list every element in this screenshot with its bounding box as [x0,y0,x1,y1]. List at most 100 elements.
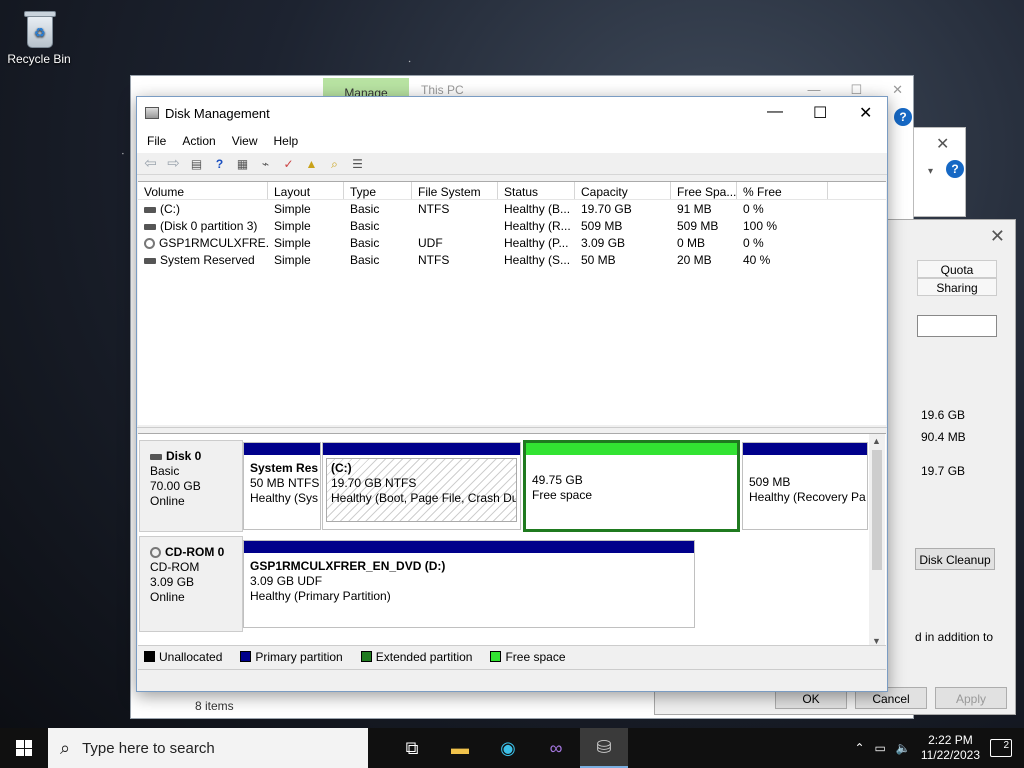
disk-0-label[interactable]: Disk 0 Basic 70.00 GB Online [139,440,243,532]
cell-type: Basic [344,200,412,217]
minimize-icon[interactable]: — [767,103,783,121]
cell-text: 0 MB [677,236,706,250]
tab-quota[interactable]: Quota [917,260,997,278]
legend-label: Primary partition [255,649,343,664]
toolbar: ⇦ ⇨ ▤ ? ▦ ⌁ ✓ ▲ ⌕ ☰ [137,153,887,175]
help-icon[interactable]: ? [946,160,964,178]
col-capacity[interactable]: Capacity [575,182,671,199]
close-icon[interactable]: ✕ [990,226,1005,247]
cell-status: Healthy (S... [498,251,575,268]
recycle-bin-icon[interactable]: ♻ Recycle Bin [6,8,72,66]
apply-button[interactable]: Apply [935,687,1007,709]
task-view-icon[interactable]: ⧉ [388,728,436,768]
scroll-thumb[interactable] [872,450,882,570]
legend-item: Primary partition [240,650,348,664]
file-explorer-icon[interactable]: ▬ [436,728,484,768]
col-layout[interactable]: Layout [268,182,344,199]
partition-size: 50 MB NTFS [250,476,320,490]
col-percent-free[interactable]: % Free [737,182,828,199]
legend-swatch [240,650,252,662]
cell-file-system: NTFS [412,251,498,268]
maximize-icon[interactable]: ☐ [813,103,827,123]
help-icon[interactable]: ? [894,108,912,126]
cell-text: 100 % [743,219,778,233]
cell-type: Basic [344,234,412,251]
window-title: Disk Management [165,105,270,121]
close-icon[interactable]: ✕ [892,82,903,98]
network-icon[interactable]: ▭ [875,741,886,755]
cell-capacity: 50 MB [575,251,671,268]
volume-list: Volume Layout Type File System Status Ca… [138,181,886,425]
partition-recovery[interactable]: 509 MB Healthy (Recovery Pa [742,442,868,530]
col-file-system[interactable]: File System [412,182,498,199]
close-icon[interactable]: ✕ [936,134,949,154]
disk-management-taskbar-icon[interactable]: ⛁ [580,728,628,768]
partition-free-space[interactable]: 49.75 GB Free space [523,440,740,532]
table-row[interactable]: (C:) Simple Basic NTFS Healthy (B... 19.70 GB… [138,200,886,217]
start-button[interactable] [0,728,48,768]
cell-status: Healthy (P... [498,234,575,251]
cell-text: Healthy (R... [504,219,571,233]
tab-sharing[interactable]: Sharing [917,278,997,296]
edge-icon[interactable]: ◉ [484,728,532,768]
partition-status: Healthy (Primary Partition) [250,589,391,603]
cell-status: Healthy (R... [498,217,575,234]
notifications-icon[interactable]: 2 [990,739,1012,757]
cdrom-0-type: CD-ROM [150,560,200,574]
partition-dvd[interactable]: GSP1RMCULXFRER_EN_DVD (D:) 3.09 GB UDF Hea… [243,540,695,628]
disk-0-size: 70.00 GB [150,479,201,493]
disk-0-type: Basic [150,464,180,478]
graph-scrollbar[interactable]: ▲ ▼ [869,434,885,648]
disk-cleanup-button[interactable]: Disk Cleanup [915,548,995,570]
volume-name-field[interactable] [917,315,997,337]
partition-c[interactable]: (C:) 19.70 GB NTFS Healthy (Boot, Page Fil… [322,442,521,530]
table-row[interactable]: System Reserved Simple Basic NTFS Healthy (S… [138,251,886,268]
visual-studio-icon[interactable]: ∞ [532,728,580,768]
cell-text: 0 % [743,202,764,216]
legend-label: Extended partition [375,649,473,664]
properties-icon[interactable]: ▦ [233,156,252,172]
cell-text: GSP1RMCULXFRE... [159,236,268,250]
table-row[interactable]: (Disk 0 partition 3) Simple Basic Healthy (… [138,217,886,234]
forward-icon[interactable]: ⇨ [164,155,183,172]
table-row[interactable]: GSP1RMCULXFRE... Simple Basic UDF Healthy (P… [138,234,886,251]
scroll-up-icon[interactable]: ▲ [872,436,881,446]
close-icon[interactable]: ✕ [859,103,872,123]
chevron-down-icon[interactable]: ▾ [928,166,933,177]
cell-file-system [412,217,498,234]
folder-up-icon[interactable]: ▲ [302,156,321,172]
col-type[interactable]: Type [344,182,412,199]
search-box[interactable]: ⌕ Type here to search [48,728,368,768]
menu-help[interactable]: Help [268,132,305,150]
cell-text: Basic [350,236,380,250]
partition-name: GSP1RMCULXFRER_EN_DVD (D:) [250,559,446,573]
cell-text: 20 MB [677,253,712,267]
cdrom-0-label[interactable]: CD-ROM 0 CD-ROM 3.09 GB Online [139,536,243,632]
cell-free-space: 509 MB [671,217,737,234]
check-icon[interactable]: ✓ [279,156,298,172]
help-icon[interactable]: ? [210,156,229,172]
col-volume[interactable]: Volume [138,182,268,199]
cd-icon [144,238,155,250]
connect-icon[interactable]: ⌁ [256,156,275,172]
menu-view[interactable]: View [226,132,264,150]
partition-system-reserved[interactable]: System Res 50 MB NTFS Healthy (Sys [243,442,321,530]
list-icon[interactable]: ☰ [348,156,367,172]
search-folder-icon[interactable]: ⌕ [325,156,344,172]
cell-free-space: 0 MB [671,234,737,251]
clock[interactable]: 2:22 PM 11/22/2023 [921,733,980,763]
cell-capacity: 509 MB [575,217,671,234]
legend-swatch [490,650,502,662]
menu-action[interactable]: Action [176,132,221,150]
partition-name: (C:) [331,461,352,475]
volume-icon[interactable]: 🔈 [896,741,911,755]
cell-layout: Simple [268,234,344,251]
back-icon[interactable]: ⇦ [141,155,160,172]
menu-file[interactable]: File [141,132,172,150]
show-hide-tree-icon[interactable]: ▤ [187,156,206,172]
capacity-value: 19.7 GB [921,464,966,478]
col-free-space[interactable]: Free Spa... [671,182,737,199]
explorer-status: 8 items [183,692,653,718]
chevron-up-icon[interactable]: ⌃ [854,741,864,755]
col-status[interactable]: Status [498,182,575,199]
